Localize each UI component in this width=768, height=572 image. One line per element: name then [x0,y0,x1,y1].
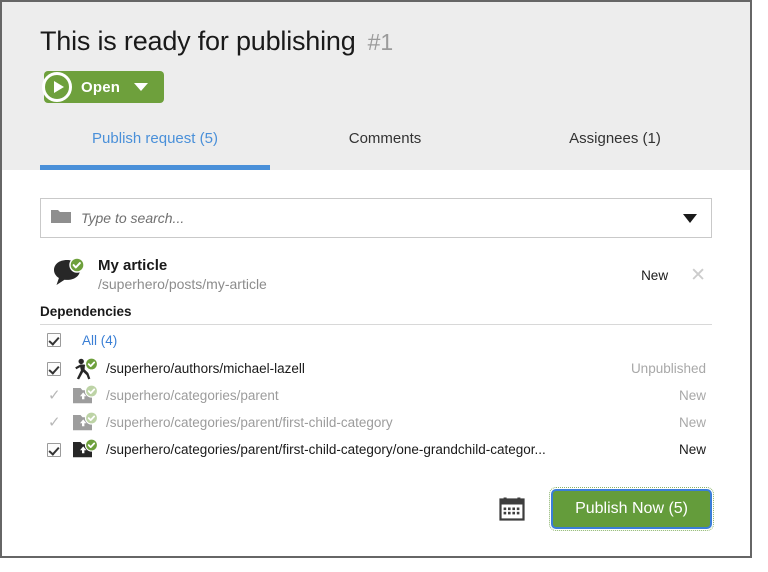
calendar-icon[interactable] [499,496,525,522]
title-row: This is ready for publishing #1 [2,2,750,57]
category-folder-published-icon [72,438,106,461]
chevron-down-icon[interactable] [134,83,149,91]
dialog-body: My article /superhero/posts/my-article N… [2,198,750,531]
search-input[interactable] [79,209,683,227]
dependency-checkbox[interactable]: ✓ [40,388,72,403]
dependencies-all-checkbox[interactable] [40,333,72,347]
page-title: This is ready for publishing [40,26,356,56]
dependency-path: /superhero/categories/parent/first-child… [106,442,546,457]
tab-assignees[interactable]: Assignees (1) [500,120,730,170]
play-circle-icon [41,71,73,103]
dependency-checkbox[interactable]: ✓ [40,415,72,430]
dependency-status: Unpublished [630,361,706,376]
publish-item-status: New [641,267,669,283]
tab-bar: Publish request (5) Comments Assignees (… [2,120,750,170]
publish-now-button[interactable]: Publish Now (5) [549,487,714,531]
tab-publish-request-label: Publish request (5) [92,130,218,147]
dependency-checkbox[interactable] [40,361,72,376]
dependency-path: /superhero/categories/parent [106,388,279,403]
publish-item-path: /superhero/posts/my-article [98,276,267,292]
dependencies-heading: Dependencies [40,304,712,325]
tab-publish-request[interactable]: Publish request (5) [40,120,270,170]
dialog-footer: Publish Now (5) [40,487,714,531]
status-open-label: Open [81,78,121,96]
dependency-status: New [678,415,706,430]
tab-comments-label: Comments [348,130,422,147]
dependency-path: /superhero/categories/parent/first-child… [106,415,393,430]
publish-item-texts: My article /superhero/posts/my-article [98,257,641,293]
publish-item-row[interactable]: My article /superhero/posts/my-article N… [40,252,712,298]
table-row[interactable]: ✓ /superhero/categories/parent/first-chi… [40,409,712,436]
table-row[interactable]: /superhero/authors/michael-lazell Unpubl… [40,355,712,382]
publish-item-title: My article [98,257,168,274]
dependencies-all-link[interactable]: All (4) [72,333,117,348]
chevron-down-icon[interactable] [683,213,697,223]
tab-comments[interactable]: Comments [270,120,500,170]
issue-number: #1 [367,29,394,55]
dependency-status: New [678,442,706,457]
table-row[interactable]: ✓ /superhero/categories/parent New [40,382,712,409]
tab-assignees-label: Assignees (1) [569,130,661,147]
publish-dialog-window: This is ready for publishing #1 Open Pub… [0,0,752,558]
dependency-path: /superhero/authors/michael-lazell [106,361,305,376]
close-icon[interactable]: ✕ [690,266,706,285]
author-published-icon [72,357,106,380]
folder-icon [51,208,71,229]
category-folder-published-icon [72,411,106,434]
tab-active-underline [40,165,270,170]
search-field[interactable] [40,198,712,238]
dependency-checkbox[interactable] [40,442,72,457]
category-folder-published-icon [72,384,106,407]
status-open-button[interactable]: Open [41,71,165,103]
table-row[interactable]: /superhero/categories/parent/first-child… [40,436,712,463]
dialog-header: This is ready for publishing #1 Open Pub… [2,2,750,170]
dependencies-all-row[interactable]: All (4) [40,325,712,355]
comment-bubble-published-icon [52,256,86,293]
dependency-status: New [678,388,706,403]
